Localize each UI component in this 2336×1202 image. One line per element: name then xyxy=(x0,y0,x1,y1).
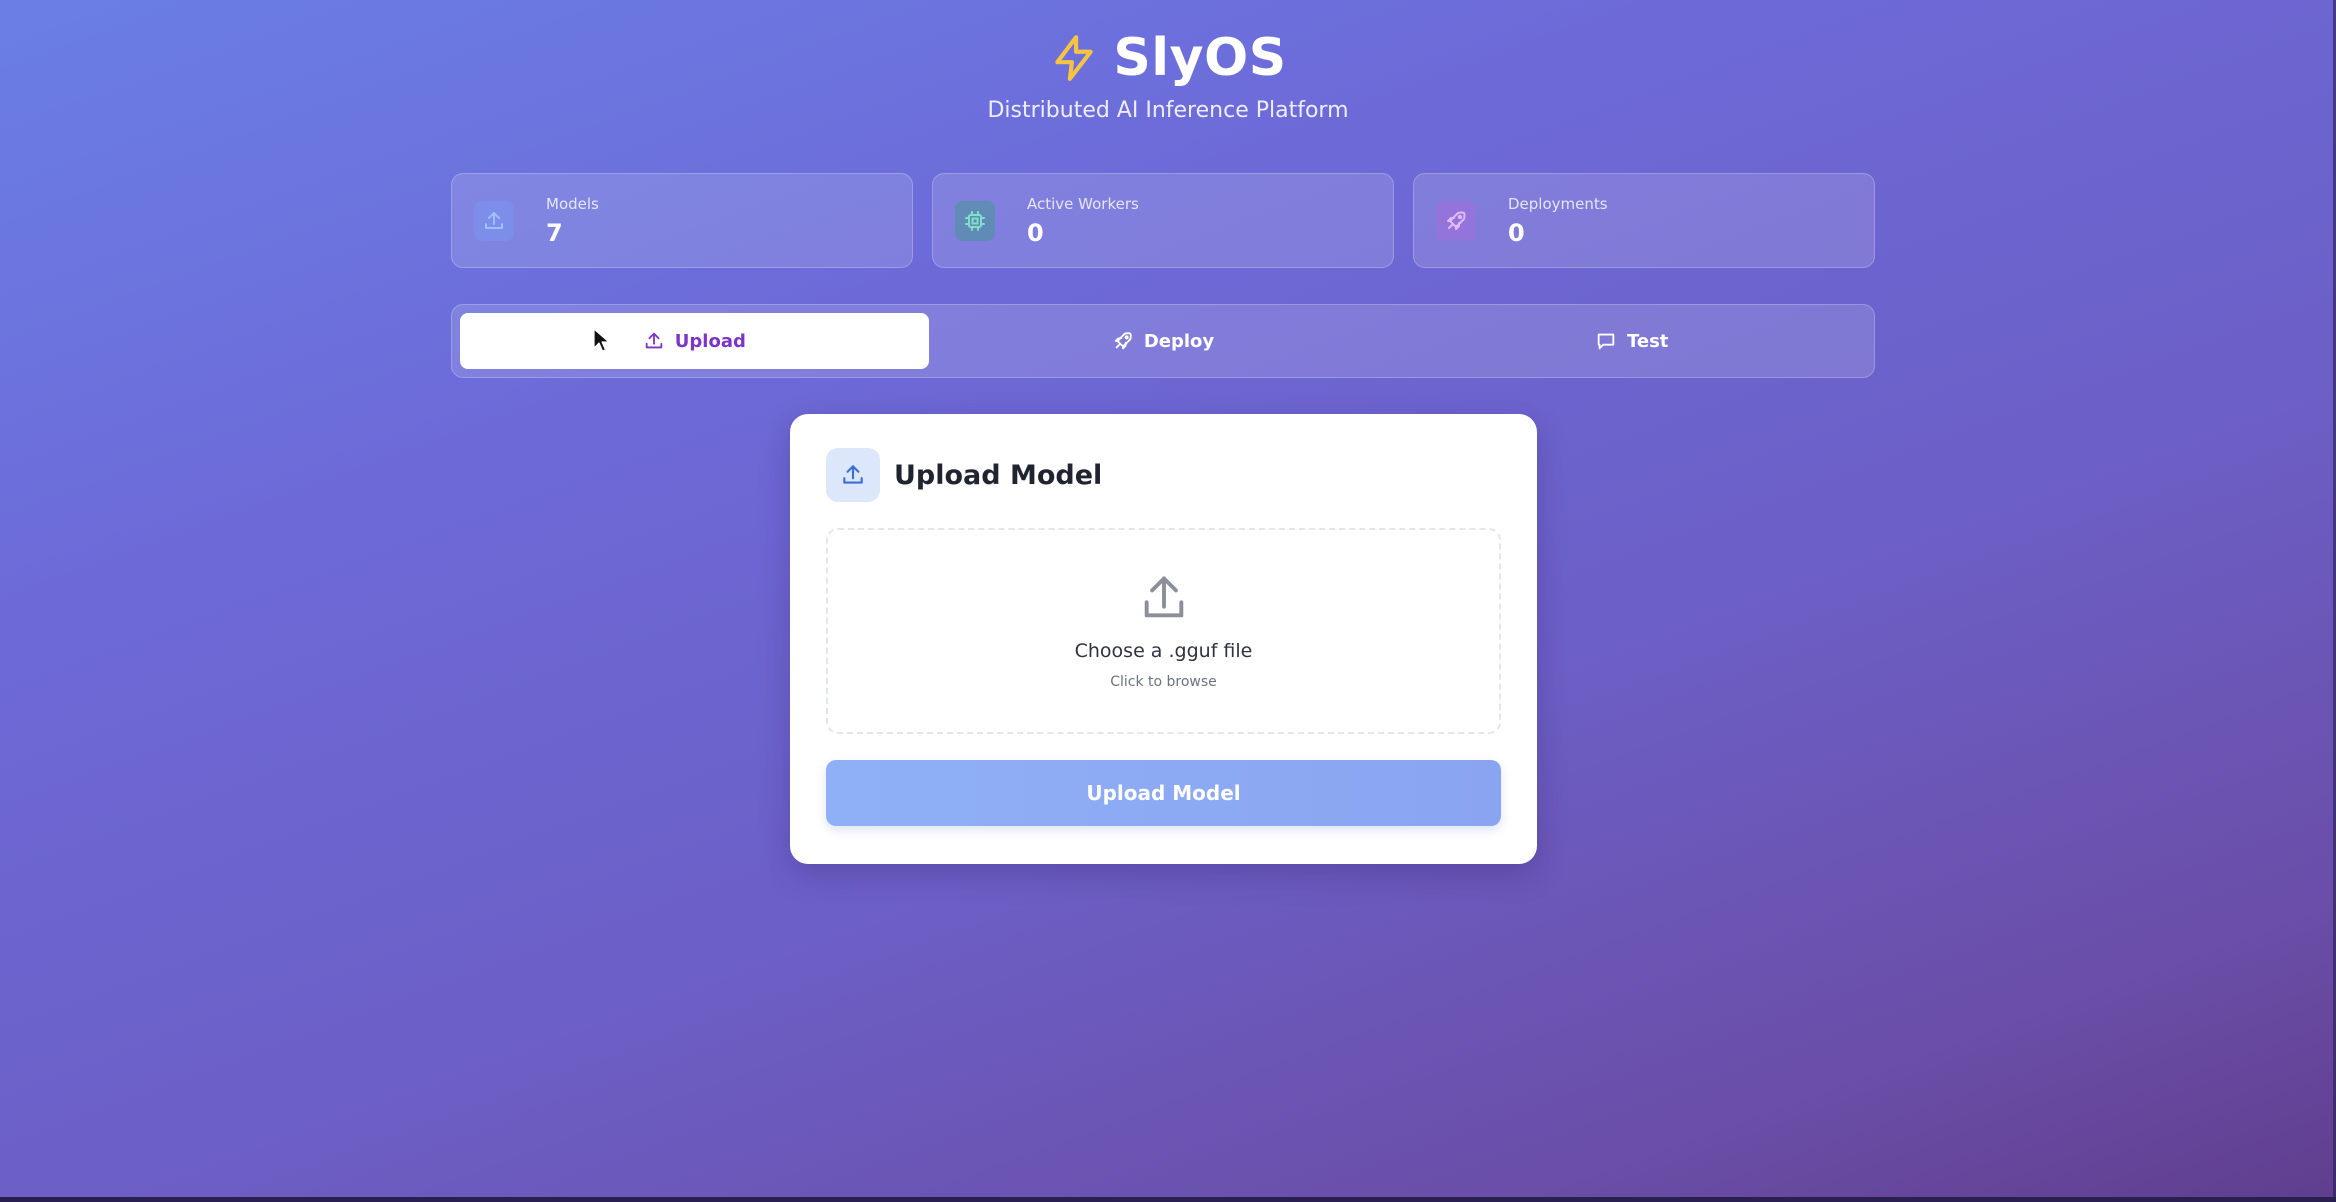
dropzone-title: Choose a .gguf file xyxy=(1074,640,1253,662)
header: SlyOS Distributed AI Inference Platform xyxy=(0,28,2336,123)
upload-model-card: Upload Model Choose a .gguf file Click t… xyxy=(790,414,1537,864)
chat-icon xyxy=(1595,330,1617,352)
tab-label: Upload xyxy=(674,330,746,352)
brand-name: SlyOS xyxy=(1113,28,1287,88)
stats-row: Models 7 Active Workers 0 Deployments 0 xyxy=(451,173,1875,268)
upload-model-button[interactable]: Upload Model xyxy=(826,760,1501,826)
rocket-icon xyxy=(1436,200,1476,241)
brand: SlyOS xyxy=(1049,28,1286,88)
tab-test[interactable]: Test xyxy=(1397,313,1866,369)
tab-upload[interactable]: Upload xyxy=(460,313,929,369)
cpu-icon xyxy=(955,200,995,241)
upload-icon xyxy=(643,330,665,352)
tab-deploy[interactable]: Deploy xyxy=(929,313,1398,369)
stat-label: Deployments xyxy=(1508,194,1608,213)
stat-label: Models xyxy=(546,194,599,213)
tab-bar: Upload Deploy Test xyxy=(451,304,1875,378)
file-dropzone[interactable]: Choose a .gguf file Click to browse xyxy=(826,528,1501,734)
stat-value: 0 xyxy=(1508,218,1525,247)
stat-card-deployments: Deployments 0 xyxy=(1413,173,1875,268)
bottom-border xyxy=(0,1197,2336,1202)
stat-card-models: Models 7 xyxy=(451,173,913,268)
upload-icon xyxy=(474,200,514,241)
tab-label: Test xyxy=(1626,330,1669,352)
stat-value: 7 xyxy=(546,218,563,247)
stat-card-active-workers: Active Workers 0 xyxy=(932,173,1394,268)
tab-label: Deploy xyxy=(1143,330,1215,352)
lightning-bolt-icon xyxy=(1049,33,1099,83)
upload-icon xyxy=(1138,572,1190,624)
mouse-cursor-icon xyxy=(593,328,611,358)
card-header: Upload Model xyxy=(826,448,1501,502)
upload-icon xyxy=(826,448,880,502)
tagline: Distributed AI Inference Platform xyxy=(987,98,1349,123)
stat-label: Active Workers xyxy=(1027,194,1139,213)
dropzone-subtitle: Click to browse xyxy=(1110,674,1217,690)
rocket-icon xyxy=(1112,330,1134,352)
stat-value: 0 xyxy=(1027,218,1044,247)
card-title: Upload Model xyxy=(894,459,1103,491)
